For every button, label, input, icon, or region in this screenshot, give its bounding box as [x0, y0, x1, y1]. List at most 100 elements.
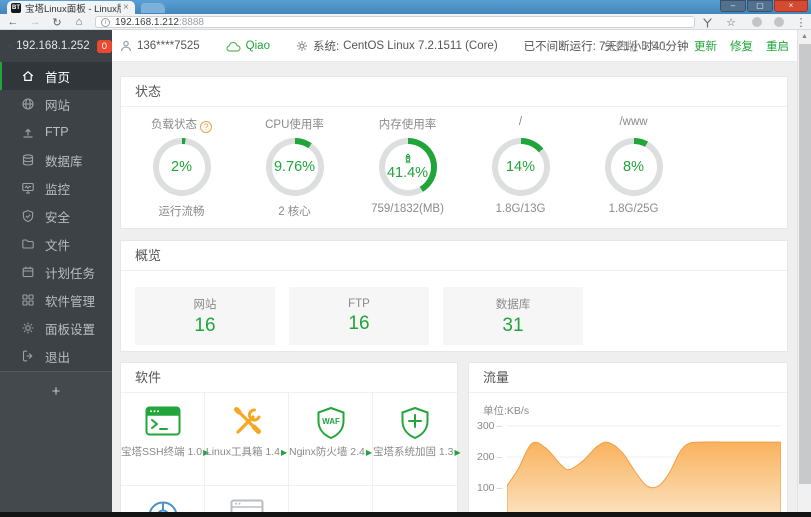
cpu-gauge[interactable]: CPU使用率 9.76% 2 核心	[238, 116, 351, 219]
software-item-deploy[interactable]	[121, 486, 205, 512]
site-info-icon[interactable]: i	[101, 17, 110, 27]
browser-menu-icon[interactable]: ⋮	[792, 14, 810, 30]
extension-icon[interactable]	[752, 17, 762, 27]
sidebar-item-files[interactable]: 文件	[0, 230, 112, 258]
gauge-title: 负载状态	[151, 119, 197, 131]
system-info: 系统: CentOS Linux 7.2.1511 (Core)	[296, 38, 498, 54]
card-label: FTP	[348, 297, 370, 310]
card-value: 16	[348, 312, 370, 334]
software-name: Linux工具箱 1.4	[205, 446, 280, 458]
scrollbar-thumb[interactable]	[799, 44, 811, 484]
gauge-value: 14%	[505, 159, 536, 175]
software-row	[121, 486, 457, 512]
account-phone[interactable]: 136****7525	[120, 40, 200, 52]
overview-card-database[interactable]: 数据库 31	[443, 287, 583, 345]
sidebar-item-cron[interactable]: 计划任务	[0, 258, 112, 286]
maximize-button[interactable]: ▢	[747, 0, 773, 12]
gauge-title: 内存使用率	[378, 119, 437, 131]
close-window-button[interactable]: ×	[774, 0, 808, 12]
software-name: 宝塔系统加固 1.3	[373, 446, 454, 458]
plugin-icon[interactable]	[698, 14, 716, 30]
disk-root-donut-chart: 14%	[491, 138, 550, 196]
scroll-up-icon[interactable]: ▲	[798, 30, 811, 43]
sidebar-label: 监控	[45, 182, 71, 197]
bookmark-star-icon[interactable]: ☆	[722, 14, 740, 30]
folder-icon	[22, 239, 34, 249]
repair-link[interactable]: 修复	[730, 38, 753, 54]
minimize-button[interactable]: –	[720, 0, 746, 12]
message-badge[interactable]: 0	[96, 39, 112, 53]
sidebar-item-logout[interactable]: 退出	[0, 342, 112, 370]
forward-icon[interactable]: →	[26, 14, 44, 30]
account-user[interactable]: Qiao	[226, 40, 270, 52]
sidebar-item-ftp[interactable]: FTP	[0, 118, 112, 146]
logout-icon	[22, 350, 33, 362]
sidebar-label: 软件管理	[45, 294, 96, 309]
server-ip-block[interactable]: 192.168.1.252 0	[0, 30, 112, 62]
software-item-linux-toolbox[interactable]: Linux工具箱 1.4▶	[205, 393, 289, 485]
sidebar-label: 计划任务	[45, 266, 96, 281]
extension-icon[interactable]	[774, 17, 784, 27]
software-item-webpage[interactable]	[205, 486, 289, 512]
sidebar-item-security[interactable]: 安全	[0, 202, 112, 230]
gauge-title: /	[518, 116, 523, 128]
url-bar[interactable]: i 192.168.1.212:8888	[95, 16, 695, 28]
update-link[interactable]: 更新	[694, 38, 717, 54]
load-status-gauge[interactable]: 负载状态? 2% 运行流畅	[125, 116, 238, 219]
overview-card-ftp[interactable]: FTP 16	[289, 287, 429, 345]
ftp-upload-icon	[23, 128, 33, 138]
card-value: 31	[502, 314, 524, 336]
restart-link[interactable]: 重启	[766, 38, 789, 54]
sidebar: 首页 网站 FTP 数据库 监控 安全 文件 计划任务 软件管理 面板设置 退出	[0, 62, 112, 512]
system-value: CentOS Linux 7.2.1511 (Core)	[343, 40, 498, 52]
disk-root-gauge[interactable]: / 14% 1.8G/13G	[464, 116, 577, 219]
software-item-system-hardening[interactable]: 宝塔系统加固 1.3▶	[373, 393, 461, 485]
sidebar-label: 退出	[45, 350, 71, 365]
browser-tab[interactable]: BT 宝塔Linux面板 - Linux版 ×	[7, 1, 135, 15]
person-icon	[121, 40, 131, 52]
overview-panel: 概览 网站 16 FTP 16 数据库 31	[120, 240, 788, 352]
tab-close-icon[interactable]: ×	[123, 2, 129, 13]
grid-icon	[22, 294, 34, 306]
gauge-sub: 运行流畅	[158, 206, 205, 218]
sidebar-item-settings[interactable]: 面板设置	[0, 314, 112, 342]
home-icon[interactable]: ⌂	[70, 14, 88, 30]
sidebar-item-database[interactable]: 数据库	[0, 146, 112, 174]
sidebar-item-software[interactable]: 软件管理	[0, 286, 112, 314]
software-item-ssh-terminal[interactable]: 宝塔SSH终端 1.0▶	[121, 393, 209, 485]
add-menu-button[interactable]: +	[0, 383, 112, 400]
new-tab-button[interactable]	[141, 3, 165, 13]
sidebar-item-home[interactable]: 首页	[0, 62, 112, 90]
y-axis-tick: 100	[477, 482, 501, 494]
sidebar-item-sites[interactable]: 网站	[0, 90, 112, 118]
card-value: 16	[194, 314, 216, 336]
system-gear-icon	[296, 41, 307, 51]
browser-toolbar: ← → ↻ ⌂ i 192.168.1.212:8888 ☆ ⋮	[0, 14, 811, 30]
overview-card-sites[interactable]: 网站 16	[135, 287, 275, 345]
software-item-nginx-waf[interactable]: WAF Nginx防火墙 2.4▶	[289, 393, 373, 485]
help-icon[interactable]: ?	[200, 121, 212, 133]
rocket-icon[interactable]	[402, 153, 414, 165]
sidebar-label: 安全	[45, 210, 71, 225]
browser-scrollbar[interactable]: ▲	[797, 30, 811, 512]
reload-icon[interactable]: ↻	[48, 14, 66, 30]
memory-donut-chart: 41.4%	[378, 138, 437, 196]
y-axis-tick: 200	[477, 451, 501, 463]
open-arrow-icon: ▶	[365, 448, 373, 457]
terminal-icon	[121, 393, 204, 437]
overview-panel-title: 概览	[121, 241, 787, 271]
sidebar-label: FTP	[45, 125, 69, 139]
gauge-value: 9.76%	[273, 159, 316, 175]
username: Qiao	[245, 40, 270, 52]
url-host: 192.168.1.212	[115, 16, 179, 28]
back-icon[interactable]: ←	[4, 14, 22, 30]
disk-www-gauge[interactable]: /www 8% 1.8G/25G	[577, 116, 690, 219]
sidebar-label: 网站	[45, 98, 71, 113]
memory-gauge[interactable]: 内存使用率 41.4% 759/1832(MB)	[351, 116, 464, 219]
shield-plus-icon	[373, 393, 457, 440]
overview-cards: 网站 16 FTP 16 数据库 31	[121, 271, 787, 345]
y-axis-tick: 300	[477, 420, 501, 432]
main-content: 状态 负载状态? 2% 运行流畅 CPU使用率 9.76% 2 核心 内存使用率	[112, 62, 797, 512]
status-donuts: 负载状态? 2% 运行流畅 CPU使用率 9.76% 2 核心 内存使用率 41…	[121, 107, 787, 219]
sidebar-item-monitor[interactable]: 监控	[0, 174, 112, 202]
